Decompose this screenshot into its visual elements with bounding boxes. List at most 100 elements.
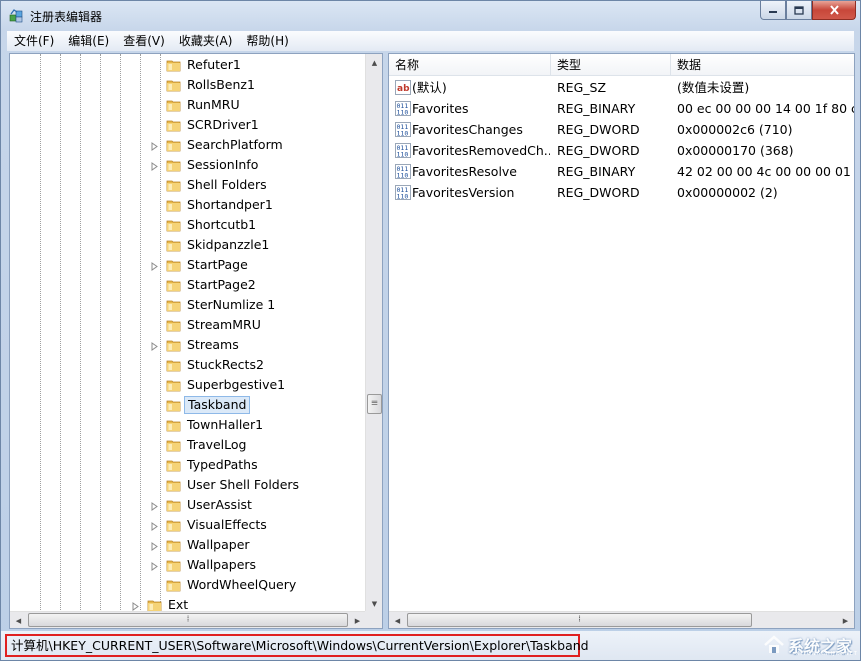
- expand-arrow-icon[interactable]: [150, 260, 159, 271]
- tree-item-key[interactable]: TypedPaths: [10, 455, 366, 475]
- tree-item-key[interactable]: Taskband: [10, 395, 366, 415]
- scroll-right-arrow-icon[interactable]: ▶: [837, 612, 854, 628]
- tree-item-label: RollsBenz1: [187, 77, 255, 92]
- title-bar[interactable]: 注册表编辑器: [1, 1, 860, 31]
- tree-item-key[interactable]: Shortcutb1: [10, 215, 366, 235]
- minimize-icon: [769, 11, 777, 13]
- value-data-cell: 00 ec 00 00 00 14 00 1f 80 c8: [677, 101, 855, 116]
- tree-item-label: Shell Folders: [187, 177, 267, 192]
- tree-hscroll-thumb[interactable]: ⁞: [28, 613, 348, 627]
- tree-item-key[interactable]: Refuter1: [10, 55, 366, 75]
- expand-arrow-icon[interactable]: [150, 160, 159, 171]
- tree-item-key[interactable]: Shortandper1: [10, 195, 366, 215]
- tree-item-key[interactable]: Superbgestive1: [10, 375, 366, 395]
- tree-item-key[interactable]: RunMRU: [10, 95, 366, 115]
- expand-arrow-icon[interactable]: [150, 540, 159, 551]
- tree-item-key[interactable]: Wallpapers: [10, 555, 366, 575]
- value-row[interactable]: 011 110 FavoritesResolve REG_BINARY 42 02 00…: [389, 161, 854, 182]
- list-header: 名称 类型 数据: [389, 54, 854, 76]
- values-list-pane[interactable]: 名称 类型 数据 ab (默认) REG_SZ (数值未设置) 011 110 Favori…: [388, 53, 855, 629]
- folder-icon: [166, 357, 182, 373]
- tree-item-key[interactable]: Wallpaper: [10, 535, 366, 555]
- expand-arrow-icon[interactable]: [131, 600, 140, 611]
- maximize-icon: [794, 5, 804, 15]
- tree-item-key[interactable]: TownHaller1: [10, 415, 366, 435]
- column-header-type[interactable]: 类型: [551, 54, 671, 76]
- key-tree-pane[interactable]: Refuter1 RollsBenz1 RunMRU SCRDriver1 Search…: [9, 53, 383, 629]
- tree-item-label: Wallpaper: [187, 537, 250, 552]
- tree-item-key[interactable]: StuckRects2: [10, 355, 366, 375]
- tree-item-key[interactable]: SearchPlatform: [10, 135, 366, 155]
- tree-item-label: SCRDriver1: [187, 117, 259, 132]
- tree-horizontal-scrollbar[interactable]: ◀ ⁞ ▶: [10, 611, 366, 628]
- folder-icon: [166, 337, 182, 353]
- tree-item-label: Streams: [187, 337, 239, 352]
- tree-item-key[interactable]: TravelLog: [10, 435, 366, 455]
- binary-value-icon: 011 110: [395, 101, 411, 117]
- list-horizontal-scrollbar[interactable]: ◀ ⁞ ▶: [389, 611, 854, 628]
- tree-vertical-scrollbar[interactable]: ▲ ≡ ▼: [365, 54, 382, 612]
- expand-arrow-icon[interactable]: [150, 560, 159, 571]
- value-row[interactable]: 011 110 FavoritesVersion REG_DWORD 0x0000000…: [389, 182, 854, 203]
- tree-item-label: StreamMRU: [187, 317, 261, 332]
- window-title: 注册表编辑器: [30, 10, 103, 24]
- tree-item-label: TravelLog: [187, 437, 247, 452]
- tree-scroll-thumb[interactable]: ≡: [367, 394, 382, 414]
- current-key-path: 计算机\HKEY_CURRENT_USER\Software\Microsoft…: [5, 634, 589, 657]
- svg-text:ab: ab: [397, 84, 410, 94]
- tree-item-key[interactable]: SessionInfo: [10, 155, 366, 175]
- scroll-down-arrow-icon[interactable]: ▼: [366, 595, 382, 612]
- folder-icon: [166, 177, 182, 193]
- menu-edit[interactable]: 编辑(E): [61, 31, 116, 51]
- folder-icon: [166, 117, 182, 133]
- tree-item-key[interactable]: StartPage: [10, 255, 366, 275]
- expand-arrow-icon[interactable]: [150, 340, 159, 351]
- tree-item-key[interactable]: UserAssist: [10, 495, 366, 515]
- tree-item-key[interactable]: Skidpanzzle1: [10, 235, 366, 255]
- column-header-name[interactable]: 名称: [389, 54, 551, 76]
- tree-item-key[interactable]: Streams: [10, 335, 366, 355]
- close-button[interactable]: [812, 1, 856, 20]
- value-row[interactable]: 011 110 Favorites REG_BINARY 00 ec 00 00 00 …: [389, 98, 855, 119]
- value-name-cell: Favorites: [412, 101, 469, 116]
- expand-arrow-icon[interactable]: [150, 140, 159, 151]
- svg-text:110: 110: [397, 130, 409, 138]
- scroll-left-arrow-icon[interactable]: ◀: [389, 612, 406, 628]
- list-hscroll-thumb[interactable]: ⁞: [407, 613, 752, 627]
- house-logo-icon: [764, 635, 784, 653]
- value-name-cell: (默认): [412, 80, 447, 95]
- scroll-right-arrow-icon[interactable]: ▶: [349, 612, 366, 628]
- menu-file[interactable]: 文件(F): [7, 31, 61, 51]
- folder-icon: [166, 317, 182, 333]
- tree-item-key[interactable]: VisualEffects: [10, 515, 366, 535]
- folder-icon: [166, 97, 182, 113]
- minimize-button[interactable]: [760, 1, 786, 20]
- menu-help[interactable]: 帮助(H): [239, 31, 295, 51]
- value-row[interactable]: 011 110 FavoritesChanges REG_DWORD 0x000002c…: [389, 119, 854, 140]
- tree-item-key[interactable]: SCRDriver1: [10, 115, 366, 135]
- tree-item-key[interactable]: StartPage2: [10, 275, 366, 295]
- tree-item-key[interactable]: SterNumlize 1: [10, 295, 366, 315]
- expand-arrow-icon[interactable]: [150, 520, 159, 531]
- svg-text:110: 110: [397, 151, 409, 159]
- value-row[interactable]: ab (默认) REG_SZ (数值未设置): [389, 77, 854, 98]
- value-name-cell: FavoritesVersion: [412, 185, 515, 200]
- tree-item-key[interactable]: RollsBenz1: [10, 75, 366, 95]
- folder-icon: [166, 57, 182, 73]
- scroll-up-arrow-icon[interactable]: ▲: [366, 54, 382, 71]
- column-header-data[interactable]: 数据: [671, 54, 854, 76]
- scroll-left-arrow-icon[interactable]: ◀: [10, 612, 27, 628]
- menu-view[interactable]: 查看(V): [116, 31, 172, 51]
- expand-arrow-icon[interactable]: [150, 500, 159, 511]
- folder-icon: [166, 457, 182, 473]
- tree-item-key[interactable]: StreamMRU: [10, 315, 366, 335]
- binary-value-icon: 011 110: [395, 143, 411, 159]
- value-row[interactable]: 011 110 FavoritesRemovedCh... REG_DWORD 0x00…: [389, 140, 854, 161]
- tree-item-label: StartPage: [187, 257, 248, 272]
- tree-item-key[interactable]: User Shell Folders: [10, 475, 366, 495]
- tree-item-key[interactable]: WordWheelQuery: [10, 575, 366, 595]
- tree-item-key[interactable]: Shell Folders: [10, 175, 366, 195]
- watermark-subtext: XITONGZHIJIA.NET: [796, 651, 858, 657]
- maximize-button[interactable]: [786, 1, 812, 20]
- menu-favorites[interactable]: 收藏夹(A): [172, 31, 240, 51]
